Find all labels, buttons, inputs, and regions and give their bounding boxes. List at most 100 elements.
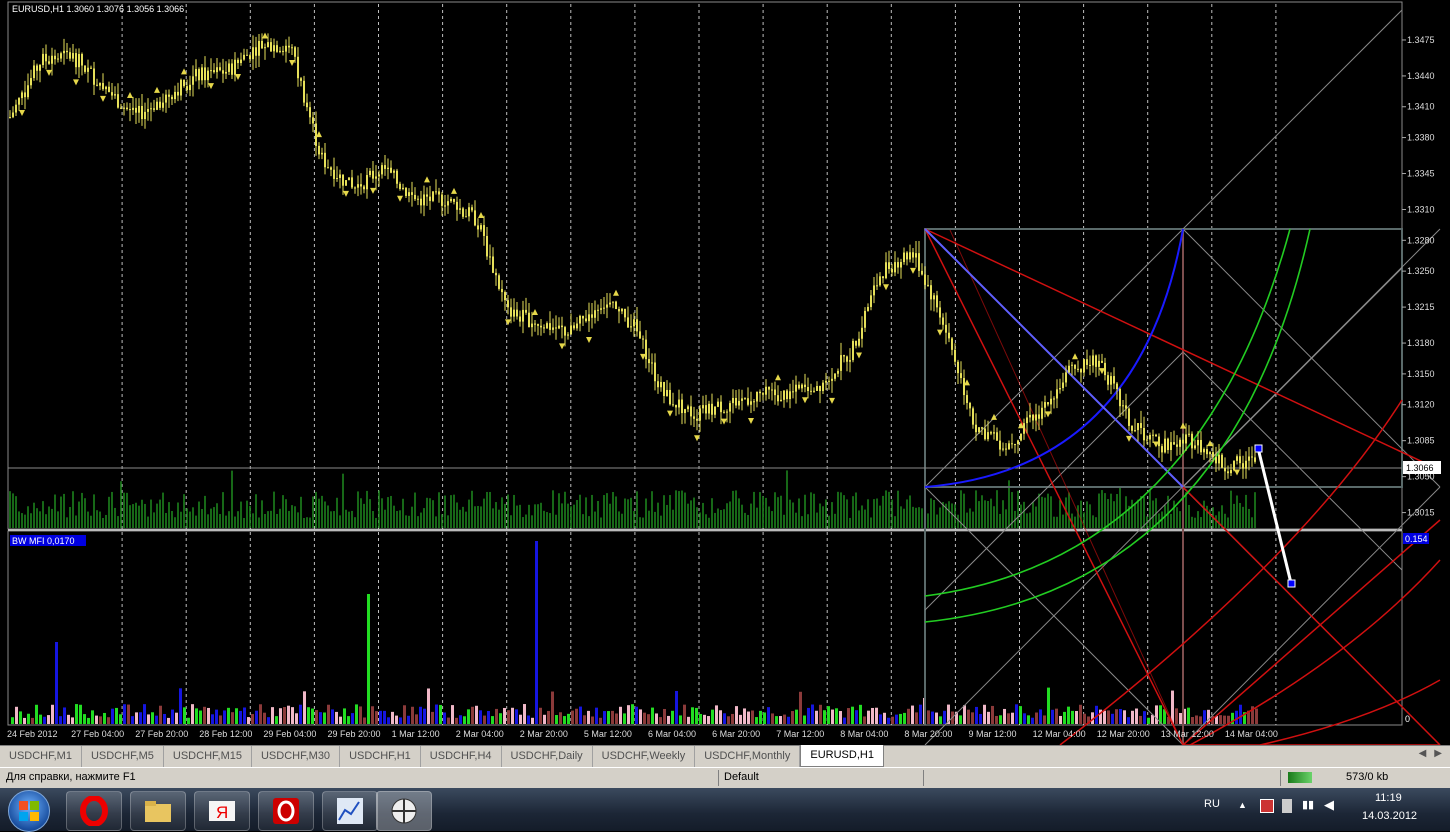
candle-body bbox=[774, 389, 776, 396]
candle-body bbox=[921, 270, 923, 275]
tab-usdchf-h4[interactable]: USDCHF,H4 bbox=[421, 746, 502, 767]
candle-body bbox=[402, 187, 404, 189]
tray-time[interactable]: 11:19 bbox=[1375, 792, 1402, 804]
tray-date[interactable]: 14.03.2012 bbox=[1362, 810, 1417, 822]
mfi-bar bbox=[635, 706, 638, 724]
mfi-bar bbox=[367, 594, 370, 724]
mfi-bar bbox=[871, 707, 874, 724]
candle-body bbox=[501, 288, 503, 293]
windows-logo-icon bbox=[19, 801, 39, 821]
tab-scroll-left-icon[interactable]: ◀ bbox=[1419, 748, 1427, 765]
tray-device-icon[interactable] bbox=[1282, 799, 1292, 813]
taskbar-metatrader[interactable] bbox=[376, 791, 432, 831]
tab-usdchf-daily[interactable]: USDCHF,Daily bbox=[502, 746, 593, 767]
fractal-up-arrow bbox=[775, 374, 781, 381]
mfi-bar bbox=[491, 716, 494, 724]
tab-usdchf-m1[interactable]: USDCHF,M1 bbox=[0, 746, 82, 767]
tray-volume-icon[interactable]: ◀ bbox=[1324, 797, 1334, 813]
fractal-down-arrow bbox=[856, 352, 862, 359]
candle-body bbox=[102, 83, 104, 90]
mfi-bar bbox=[151, 712, 154, 724]
candle-body bbox=[9, 117, 11, 119]
mfi-bar bbox=[963, 705, 966, 724]
mfi-bar bbox=[375, 711, 378, 724]
tray-network-icon[interactable]: ▮▮ bbox=[1302, 798, 1314, 811]
candle-body bbox=[528, 312, 530, 328]
candle-body bbox=[132, 107, 134, 110]
mfi-bar bbox=[659, 717, 662, 724]
candle-body bbox=[246, 54, 248, 56]
candle-body bbox=[639, 331, 641, 339]
mfi-bar bbox=[347, 716, 350, 724]
candle-body bbox=[237, 59, 239, 64]
mfi-bar bbox=[867, 710, 870, 724]
candle-body bbox=[1254, 457, 1256, 462]
mfi-bar bbox=[759, 710, 762, 724]
tab-usdchf-h1[interactable]: USDCHF,H1 bbox=[340, 746, 421, 767]
candle-body bbox=[213, 70, 215, 73]
vertical-grid bbox=[121, 4, 1277, 725]
candle-body bbox=[609, 302, 611, 305]
taskbar-app-blue[interactable] bbox=[322, 791, 378, 831]
tab-usdchf-m5[interactable]: USDCHF,M5 bbox=[82, 746, 164, 767]
candle-body bbox=[660, 381, 662, 388]
candle-body bbox=[1236, 456, 1238, 461]
candle-body bbox=[732, 397, 734, 404]
chart-canvas[interactable]: 1.3475 1.3440 1.3410 1.3380 1.3345 1.3310 1.32… bbox=[0, 0, 1450, 745]
candle-body bbox=[462, 208, 464, 217]
mfi-bar bbox=[619, 706, 622, 724]
trendline-handle-start[interactable] bbox=[1254, 444, 1263, 453]
candle-body bbox=[525, 309, 527, 313]
trendline-handle-end[interactable] bbox=[1287, 579, 1296, 588]
candle-body bbox=[1155, 434, 1157, 437]
candle-body bbox=[165, 94, 167, 103]
candle-body bbox=[231, 63, 233, 75]
taskbar-yandex[interactable]: Я bbox=[194, 791, 250, 831]
candle-body bbox=[717, 401, 719, 407]
mfi-bar bbox=[287, 705, 290, 724]
mfi-bar bbox=[395, 715, 398, 724]
tray-flag-icon[interactable] bbox=[1260, 799, 1274, 813]
chart-area[interactable]: 1.3475 1.3440 1.3410 1.3380 1.3345 1.3310 1.32… bbox=[0, 0, 1450, 745]
tab-scroll-arrows[interactable]: ◀ ▶ bbox=[1411, 746, 1450, 767]
candle-body bbox=[384, 165, 386, 169]
candle-body bbox=[375, 176, 377, 179]
candle-body bbox=[495, 272, 497, 276]
start-button[interactable] bbox=[8, 790, 50, 832]
mfi-bar bbox=[787, 716, 790, 724]
mfi-bar bbox=[199, 710, 202, 724]
mfi-bar bbox=[295, 713, 298, 724]
mfi-bar bbox=[799, 691, 802, 724]
tab-usdchf-weekly[interactable]: USDCHF,Weekly bbox=[593, 746, 696, 767]
mfi-bar bbox=[783, 714, 786, 724]
candle-body bbox=[531, 323, 533, 328]
candle-body bbox=[738, 400, 740, 406]
candle-body bbox=[681, 399, 683, 414]
taskbar-app-red[interactable] bbox=[258, 791, 314, 831]
tab-usdchf-m15[interactable]: USDCHF,M15 bbox=[164, 746, 252, 767]
candle-body bbox=[393, 170, 395, 173]
mfi-bar bbox=[671, 710, 674, 724]
taskbar-explorer[interactable] bbox=[130, 791, 186, 831]
taskbar: Я RU ▲ ▮▮ ◀ 11:19 14.03.2012 bbox=[0, 788, 1450, 832]
gann-box[interactable] bbox=[924, 228, 1403, 488]
taskbar-opera[interactable] bbox=[66, 791, 122, 831]
candle-body bbox=[768, 386, 770, 390]
candle-body bbox=[837, 370, 839, 374]
tab-usdchf-monthly[interactable]: USDCHF,Monthly bbox=[695, 746, 801, 767]
candle-body bbox=[216, 67, 218, 73]
time-tick-label: 8 Mar 04:00 bbox=[840, 729, 888, 739]
mfi-bar bbox=[435, 704, 438, 724]
gann-objects[interactable] bbox=[8, 9, 1441, 745]
tab-scroll-right-icon[interactable]: ▶ bbox=[1434, 748, 1442, 765]
tray-language[interactable]: RU bbox=[1204, 798, 1220, 810]
tab-eurusd-h1[interactable]: EURUSD,H1 bbox=[800, 745, 884, 767]
tab-usdchf-m30[interactable]: USDCHF,M30 bbox=[252, 746, 341, 767]
time-tick-label: 28 Feb 12:00 bbox=[199, 729, 252, 739]
candle-body bbox=[126, 107, 128, 110]
candle-body bbox=[1242, 463, 1244, 469]
candle-body bbox=[261, 40, 263, 49]
tray-arrow-icon[interactable]: ▲ bbox=[1238, 800, 1247, 810]
candle-body bbox=[891, 268, 893, 273]
mfi-bar bbox=[451, 705, 454, 724]
